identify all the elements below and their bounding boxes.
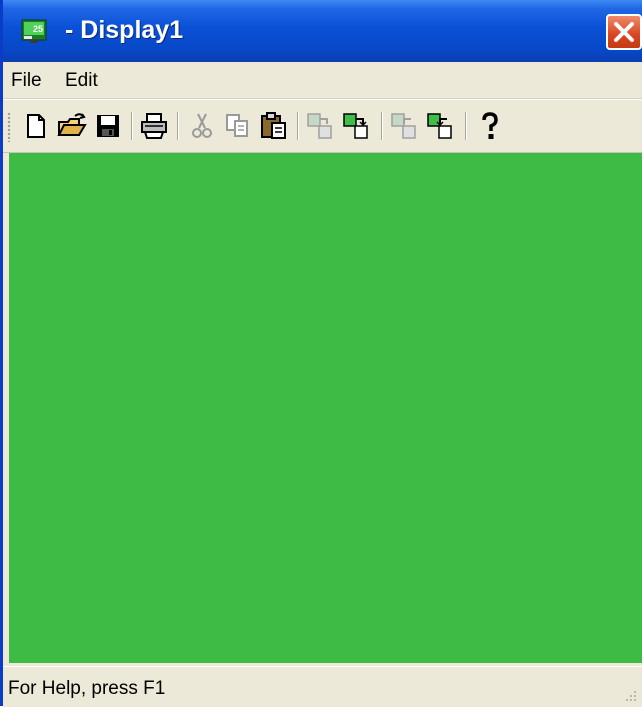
toolbar-grip[interactable]	[7, 112, 11, 142]
toolbar-separator	[297, 112, 299, 140]
menu-edit[interactable]: Edit	[65, 70, 98, 92]
status-text: For Help, press F1	[8, 678, 166, 699]
status-bar: For Help, press F1	[3, 666, 642, 707]
help-question-icon[interactable]	[475, 110, 505, 142]
export-alt-icon[interactable]	[389, 110, 419, 142]
save-disk-icon[interactable]	[93, 110, 123, 142]
menu-file[interactable]: File	[11, 70, 42, 92]
display-canvas[interactable]	[9, 153, 642, 663]
cut-scissors-icon[interactable]	[187, 110, 217, 142]
new-document-icon[interactable]	[21, 110, 51, 142]
green-monitor-icon: 25	[21, 19, 47, 43]
title-bar[interactable]: 25 - Display1	[3, 0, 642, 62]
export-display-icon[interactable]	[305, 110, 335, 142]
menu-bar: File Edit	[3, 62, 642, 99]
copy-icon[interactable]	[223, 110, 253, 142]
toolbar-separator	[131, 112, 133, 140]
import-alt-icon[interactable]	[425, 110, 455, 142]
close-button[interactable]	[606, 14, 642, 50]
open-folder-icon[interactable]	[57, 110, 87, 142]
svg-text:25: 25	[33, 24, 43, 34]
toolbar-separator	[381, 112, 383, 140]
printer-icon[interactable]	[139, 110, 169, 142]
resize-grip-icon[interactable]	[624, 689, 638, 703]
toolbar-separator	[465, 112, 467, 140]
toolbar-separator	[177, 112, 179, 140]
close-x-icon	[614, 22, 634, 42]
import-display-icon[interactable]	[341, 110, 371, 142]
application-window: 25 - Display1 File Edit For Help, press …	[0, 0, 642, 707]
paste-clipboard-icon[interactable]	[259, 110, 289, 142]
window-title: - Display1	[65, 16, 184, 44]
toolbar	[3, 99, 642, 153]
